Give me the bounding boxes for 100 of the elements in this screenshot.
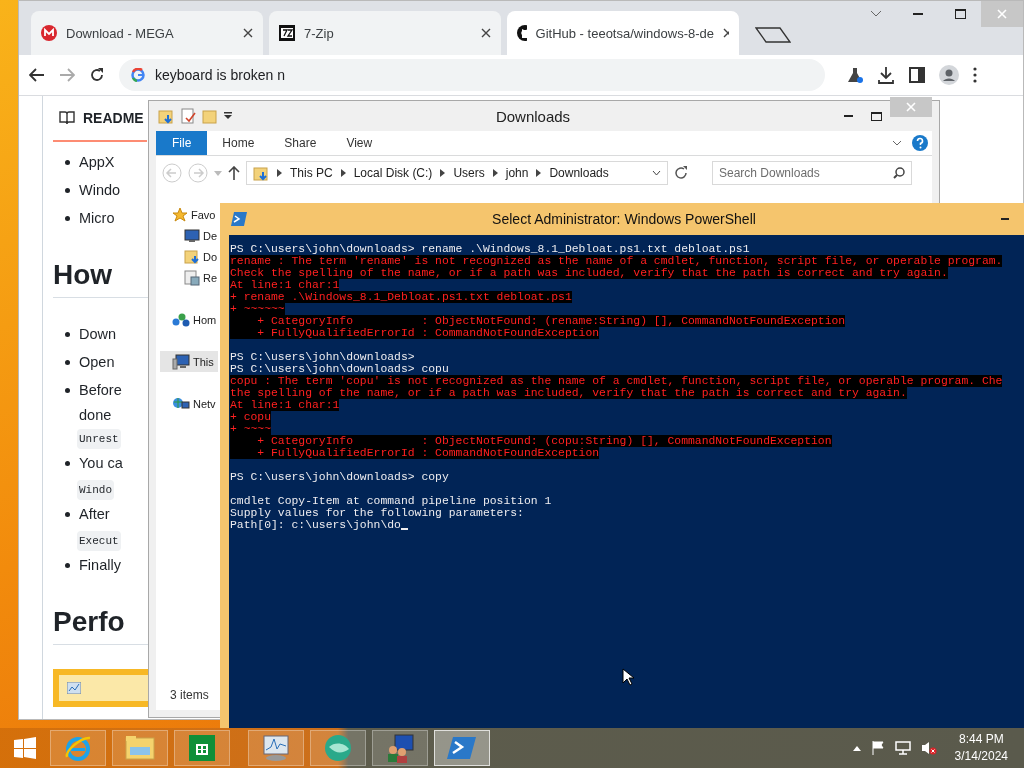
network-icon[interactable]	[894, 741, 911, 755]
performance-monitor-icon	[261, 734, 291, 762]
download-icon[interactable]	[877, 66, 895, 84]
reload-icon[interactable]	[89, 67, 105, 83]
taskbar-button[interactable]	[248, 730, 304, 766]
console-line: Path[0]: c:\users\john\do	[230, 519, 401, 531]
browser-tab[interactable]: Download - MEGA	[31, 11, 263, 55]
menu-icon[interactable]	[973, 67, 977, 83]
ribbon-tab[interactable]: Share	[269, 131, 332, 155]
users-computer-icon	[385, 733, 415, 763]
dropdown-icon[interactable]	[652, 170, 661, 176]
nav-item[interactable]: Netv	[160, 393, 218, 414]
new-tab-icon[interactable]	[755, 27, 791, 43]
nav-item[interactable]: De	[160, 225, 218, 246]
nav-item[interactable]: This	[160, 351, 218, 372]
taskbar-button[interactable]	[310, 730, 366, 766]
list-text: Before	[79, 382, 122, 398]
bullet-icon	[65, 216, 70, 221]
nav-item[interactable]: Favo	[160, 204, 218, 225]
recent-places-icon	[184, 269, 200, 286]
profile-icon[interactable]	[939, 65, 959, 85]
address-bar[interactable]: keyboard is broken n	[119, 59, 825, 91]
download-folder-icon	[184, 248, 200, 265]
windows-logo-icon[interactable]	[14, 737, 36, 759]
breadcrumb[interactable]: Local Disk (C:)	[353, 166, 433, 180]
console-line: cmdlet Copy-Item at command pipeline position 1	[230, 495, 552, 507]
refresh-icon[interactable]	[674, 166, 688, 180]
breadcrumb[interactable]: Downloads	[549, 166, 609, 180]
nav-item[interactable]: Do	[160, 246, 218, 267]
taskbar-button[interactable]	[174, 730, 230, 766]
list-text: AppX	[79, 154, 115, 170]
breadcrumb[interactable]: This PC	[290, 166, 333, 180]
maximize-icon[interactable]	[870, 111, 882, 121]
orb-icon	[323, 733, 353, 763]
ribbon-tab[interactable]: View	[331, 131, 388, 155]
inline-code: Execut	[77, 531, 121, 551]
network-icon	[172, 395, 190, 412]
star-icon	[172, 206, 188, 223]
store-icon	[189, 735, 215, 761]
list-text: Open	[79, 354, 115, 370]
list-text: You ca	[79, 455, 123, 471]
chevron-icon	[536, 169, 542, 177]
bullet-icon	[65, 461, 70, 466]
taskbar-button[interactable]	[372, 730, 428, 766]
mouse-cursor-icon	[622, 668, 634, 686]
up-icon[interactable]	[228, 166, 240, 180]
minimize-icon[interactable]	[843, 115, 853, 117]
browser-tab[interactable]: GitHub - teeotsa/windows-8-de	[507, 11, 739, 55]
search-field[interactable]: Search Downloads	[712, 161, 912, 185]
bullet-icon	[65, 188, 70, 193]
chart-icon	[67, 682, 81, 694]
bullet-icon	[65, 563, 70, 568]
window-title: Select Administrator: Windows PowerShell	[491, 211, 757, 227]
flask-icon[interactable]	[847, 67, 863, 83]
flag-icon[interactable]	[870, 741, 885, 755]
download-folder-icon	[253, 165, 269, 181]
console-line: PS C:\users\john\downloads> copu	[230, 363, 449, 375]
console-line: PS C:\users\john\downloads> copy	[230, 471, 449, 483]
ribbon-tab[interactable]: Home	[207, 131, 270, 155]
console-line: Supply values for the following parameters:	[230, 507, 524, 519]
list-text: Micro	[79, 210, 115, 226]
console-line: PS C:\users\john\downloads>	[230, 351, 415, 363]
text-cursor	[400, 528, 408, 530]
window-title: Downloads	[494, 107, 572, 125]
back-icon[interactable]	[29, 68, 45, 82]
taskbar-button[interactable]	[434, 730, 490, 766]
side-panel-icon[interactable]	[909, 67, 925, 83]
clock[interactable]: 8:44 PM 3/14/2024	[954, 731, 1008, 765]
chevron-icon	[492, 169, 498, 177]
inline-code: Windo	[77, 480, 114, 500]
monitor-icon	[184, 228, 200, 243]
folder-icon[interactable]	[158, 108, 174, 124]
maximize-icon[interactable]	[954, 9, 966, 19]
show-hidden-icons-icon[interactable]	[852, 745, 861, 751]
list-text: Down	[79, 326, 117, 342]
search-icon	[893, 167, 905, 179]
bullet-icon	[65, 360, 70, 365]
list-text: Finally	[79, 557, 121, 573]
mega-logo-icon	[41, 25, 57, 41]
nav-item[interactable]: Re	[160, 267, 218, 288]
browser-tab[interactable]: 7-Zip	[269, 11, 501, 55]
computer-icon	[172, 353, 190, 370]
section-heading: How	[53, 259, 113, 290]
nav-item[interactable]: Hom	[160, 309, 218, 330]
inline-code: Unrest	[77, 429, 121, 449]
help-icon[interactable]	[912, 135, 928, 151]
volume-muted-icon[interactable]	[920, 741, 937, 755]
dropdown-icon[interactable]	[224, 112, 232, 120]
breadcrumb[interactable]: Users	[453, 166, 485, 180]
breadcrumb[interactable]: john	[505, 166, 529, 180]
properties-icon[interactable]	[180, 108, 196, 124]
expand-ribbon-icon[interactable]	[892, 140, 902, 146]
address-field[interactable]: This PC Local Disk (C:) Users john Downloads	[246, 161, 668, 185]
tab-search-icon[interactable]	[870, 10, 882, 18]
ribbon-tab[interactable]: File	[156, 131, 208, 155]
chevron-icon	[277, 169, 282, 177]
list-text: After	[79, 506, 110, 522]
homegroup-icon	[172, 311, 190, 328]
bullet-icon	[65, 388, 70, 393]
console-line: PS C:\users\john\downloads> rename .\Windows_8.1_Debloat.ps1.txt debloat.ps1	[230, 243, 750, 255]
